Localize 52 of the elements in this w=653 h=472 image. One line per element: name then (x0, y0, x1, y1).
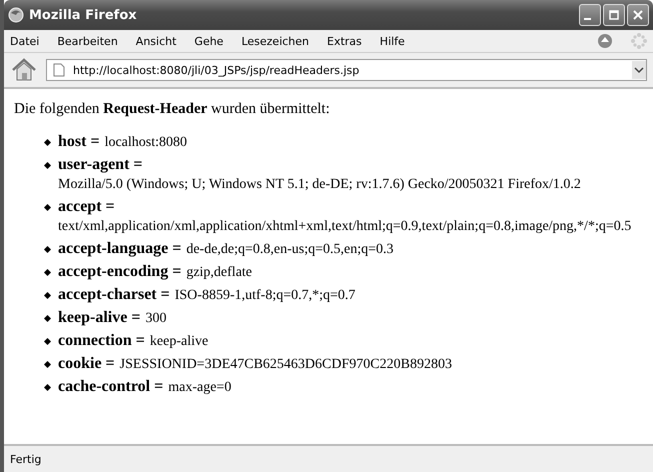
bullet-icon (44, 139, 51, 146)
bullet-icon (44, 315, 51, 322)
menu-item[interactable]: Extras (327, 34, 362, 48)
header-name: host = (58, 132, 100, 152)
header-value: text/xml,application/xml,application/xhtml+xml,text/html;q=0.9,text/plain;q=0.8,image/png,*/*;q=0.5 (58, 218, 632, 236)
header-value: Mozilla/5.0 (Windows; U; Windows NT 5.1; de-DE; rv:1.7.6) Gecko/20050321 Firefox/1.0.2 (58, 176, 581, 194)
bullet-icon (44, 338, 51, 345)
browser-logo-icon (8, 7, 24, 23)
header-value: ISO-8859-1,utf-8;q=0.7,*;q=0.7 (174, 287, 356, 305)
header-name: cache-control = (58, 377, 164, 397)
header-value: JSESSIONID=3DE47CB625463D6CDF970C220B892803 (120, 356, 452, 374)
header-name: cookie = (58, 354, 115, 374)
maximize-icon (609, 10, 619, 20)
header-name: accept-charset = (58, 285, 170, 305)
intro-text: Die folgenden Request-Header wurden übermittelt: (14, 101, 331, 118)
bullet-icon (44, 292, 51, 299)
header-value: max-age=0 (168, 379, 232, 397)
menu-item[interactable]: Ansicht (136, 34, 176, 48)
header-name: accept-language = (58, 239, 182, 259)
bullet-icon (44, 269, 51, 276)
header-value: de-de,de;q=0.8,en-us;q=0.5,en;q=0.3 (186, 241, 394, 259)
header-name: accept = (58, 197, 115, 217)
dropdown-icon[interactable] (632, 61, 646, 79)
header-name: keep-alive = (58, 308, 140, 328)
bullet-icon (44, 162, 51, 169)
download-icon[interactable] (597, 33, 613, 49)
menu-item[interactable]: Datei (10, 34, 40, 48)
menu-item[interactable]: Lesezeichen (241, 34, 310, 48)
header-value: gzip,deflate (186, 264, 252, 282)
bullet-icon (44, 361, 51, 368)
minimize-icon (584, 18, 590, 20)
status-text: Fertig (10, 452, 42, 466)
close-icon (633, 10, 643, 20)
header-name: accept-encoding = (58, 262, 182, 282)
bullet-icon (44, 384, 51, 391)
menu-item[interactable]: Gehe (194, 34, 224, 48)
bullet-icon (44, 204, 51, 211)
header-value: 300 (145, 310, 166, 328)
menu-item[interactable]: Bearbeiten (57, 34, 118, 48)
menu-item[interactable]: Hilfe (380, 34, 405, 48)
address-field[interactable]: http://localhost:8080/jli/03_JSPs/jsp/readHeaders.jsp (46, 59, 647, 81)
page-icon (53, 63, 65, 77)
close-button[interactable] (627, 4, 649, 26)
minimize-button[interactable] (579, 4, 601, 26)
maximize-button[interactable] (603, 4, 625, 26)
throbber-icon (631, 33, 647, 49)
header-value: keep-alive (150, 333, 208, 351)
header-name: user-agent = (58, 155, 143, 175)
header-name: connection = (58, 331, 145, 351)
bullet-icon (44, 246, 51, 253)
header-value: localhost:8080 (104, 134, 188, 152)
window-title: Mozilla Firefox (29, 8, 138, 22)
